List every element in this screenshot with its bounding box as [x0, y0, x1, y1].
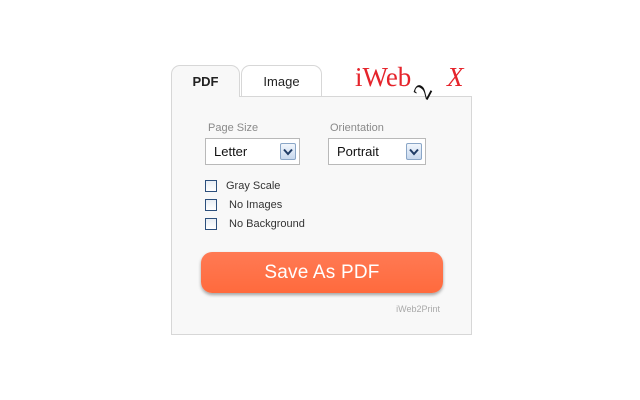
chevron-down-icon[interactable]: [406, 143, 422, 160]
no-background-label: No Background: [229, 218, 305, 230]
page-size-label: Page Size: [208, 122, 259, 134]
no-images-label: No Images: [229, 199, 283, 211]
logo-text-x: X: [446, 62, 465, 92]
footer-brand: iWeb2Print: [396, 304, 440, 314]
gray-scale-checkbox[interactable]: [205, 180, 217, 192]
orientation-label: Orientation: [330, 122, 384, 134]
page-size-select[interactable]: Letter: [205, 138, 300, 165]
tab-image-label: Image: [263, 73, 300, 89]
no-background-option[interactable]: No Background: [205, 218, 305, 230]
no-images-checkbox[interactable]: [205, 199, 217, 211]
chevron-down-icon[interactable]: [280, 143, 296, 160]
orientation-select[interactable]: Portrait: [328, 138, 426, 165]
save-as-pdf-label: Save As PDF: [264, 261, 380, 283]
logo-text-iweb: iWeb: [355, 62, 411, 92]
iweb2x-logo: iWeb 2 X: [355, 62, 465, 104]
popup-root: PDF Image iWeb 2 X Page Size Letter Orie…: [0, 0, 640, 400]
orientation-value: Portrait: [337, 144, 379, 159]
logo-text-2: 2: [408, 80, 438, 104]
save-as-pdf-button[interactable]: Save As PDF: [201, 252, 443, 293]
tab-image[interactable]: Image: [241, 65, 322, 96]
tab-pdf[interactable]: PDF: [171, 65, 240, 97]
no-background-checkbox[interactable]: [205, 218, 217, 230]
no-images-option[interactable]: No Images: [205, 199, 282, 211]
tab-pdf-label: PDF: [192, 74, 219, 89]
options-panel: Page Size Letter Orientation Portrait Gr…: [171, 96, 472, 335]
page-size-value: Letter: [214, 144, 248, 159]
gray-scale-option[interactable]: Gray Scale: [205, 180, 280, 192]
gray-scale-label: Gray Scale: [226, 180, 281, 192]
